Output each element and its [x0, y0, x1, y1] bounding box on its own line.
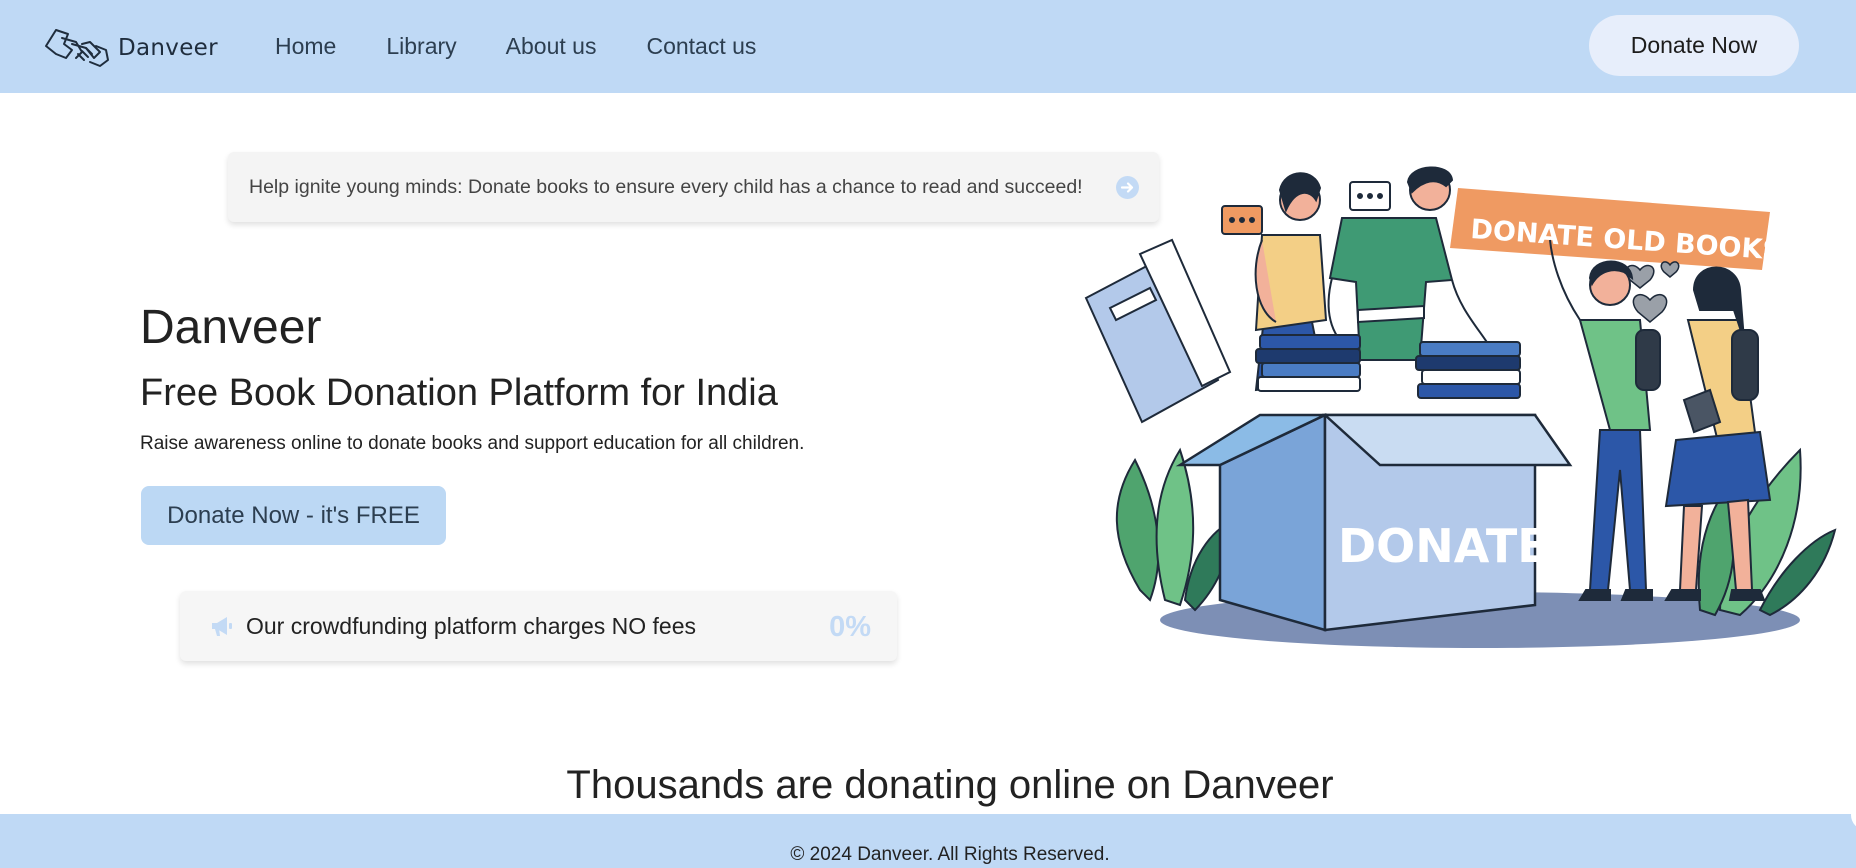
header-donate-button[interactable]: Donate Now — [1589, 15, 1799, 76]
nav-library[interactable]: Library — [386, 32, 456, 60]
nav-contact-us[interactable]: Contact us — [646, 32, 756, 60]
main-nav: Home Library About us Contact us — [275, 32, 806, 60]
hero-description: Raise awareness online to donate books a… — [140, 433, 805, 454]
top-navbar: Danveer Home Library About us Contact us… — [0, 0, 1856, 93]
info-banner[interactable]: Help ignite young minds: Donate books to… — [228, 152, 1159, 222]
hero-subtitle: Free Book Donation Platform for India — [140, 372, 778, 414]
megaphone-icon — [212, 617, 232, 636]
hero-title: Danveer — [140, 301, 322, 354]
donation-box: DONATE — [1175, 413, 1573, 632]
handshake-logo-icon — [45, 29, 109, 67]
brand-logo[interactable]: Danveer — [42, 24, 218, 68]
brand-name: Danveer — [118, 35, 218, 61]
hearts — [1625, 261, 1680, 323]
fees-card: Our crowdfunding platform charges NO fee… — [180, 591, 897, 661]
hero-donate-button[interactable]: Donate Now - it's FREE — [141, 486, 446, 545]
boy-figure — [1549, 239, 1661, 601]
copyright-text: © 2024 Danveer. All Rights Reserved. — [790, 844, 1110, 865]
donate-books-illustration: DONATE OLD BOOKS DONATE — [1084, 166, 1837, 648]
fees-text: Our crowdfunding platform charges NO fee… — [246, 613, 696, 639]
left-plant — [1115, 447, 1237, 612]
footer: © 2024 Danveer. All Rights Reserved. — [0, 814, 1856, 868]
banner-text: Help ignite young minds: Donate books to… — [249, 175, 1083, 198]
folder-graphic — [1084, 238, 1232, 424]
donate-old-books-banner: DONATE OLD BOOKS — [1450, 188, 1783, 270]
nav-home[interactable]: Home — [275, 32, 336, 60]
nav-about-us[interactable]: About us — [506, 32, 597, 60]
fees-percentage: 0% — [829, 611, 871, 643]
svg-text:DONATE: DONATE — [1338, 519, 1549, 573]
section-heading: Thousands are donating online on Danveer — [566, 763, 1334, 807]
